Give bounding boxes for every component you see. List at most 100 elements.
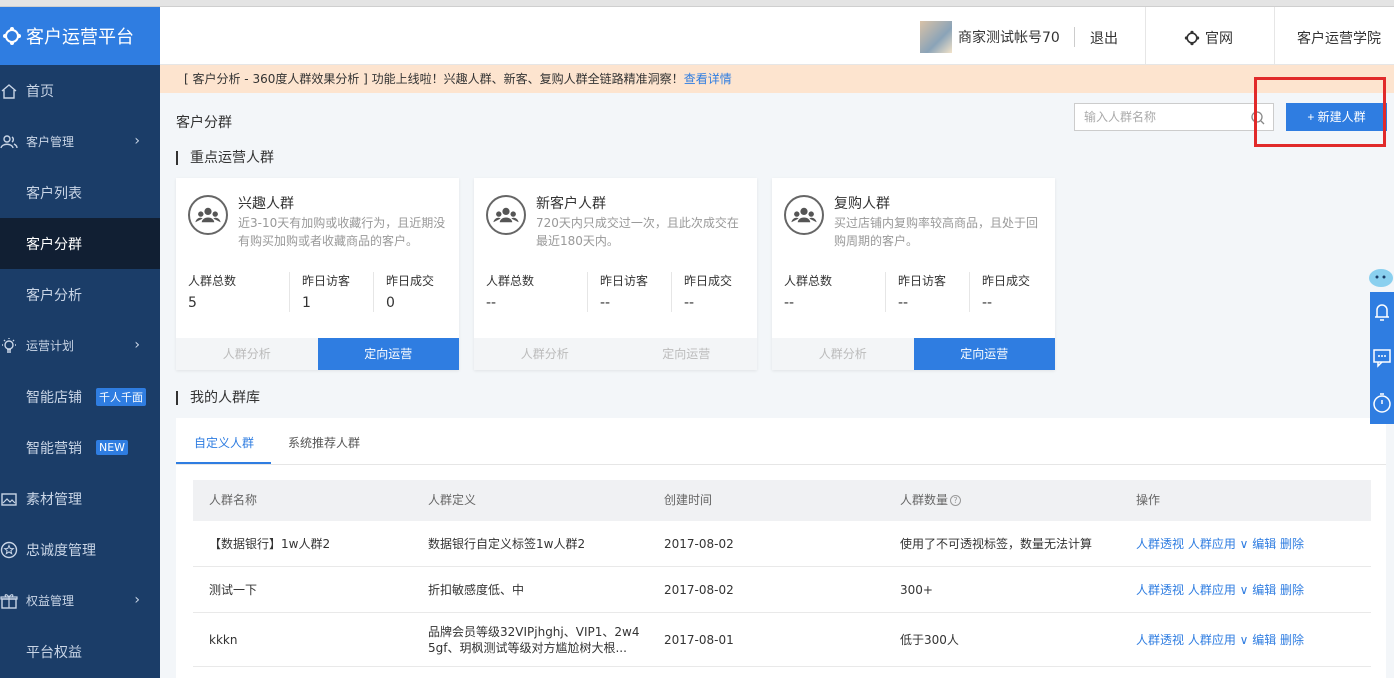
- image-icon: [1, 492, 17, 506]
- stat-value: --: [982, 295, 993, 311]
- sidebar-item-benefits[interactable]: 权益管理 ›: [0, 575, 160, 626]
- sidebar-item-smart-marketing[interactable]: 智能营销 NEW: [0, 422, 160, 473]
- library-tabs: 自定义人群 系统推荐人群: [176, 418, 1386, 465]
- row-actions[interactable]: 人群透视 人群应用 ∨ 编辑 删除: [1136, 581, 1371, 598]
- sidebar-item-materials[interactable]: 素材管理: [0, 473, 160, 524]
- bell-icon[interactable]: [1370, 292, 1394, 332]
- stat-label: 昨日访客: [600, 274, 649, 288]
- official-site-link[interactable]: 官网: [1184, 28, 1233, 48]
- column-header: 人群数量: [900, 493, 949, 507]
- stat-value: 5: [188, 295, 197, 311]
- stat-deals: 昨日成交 0: [373, 272, 459, 312]
- group-icon: [188, 195, 228, 235]
- assistant-mascot-icon[interactable]: [1366, 266, 1394, 290]
- sidebar-item-label: 忠诚度管理: [26, 542, 96, 559]
- logout-link[interactable]: 退出: [1090, 28, 1118, 48]
- stat-total: 人群总数 --: [772, 272, 885, 312]
- star-icon: [0, 541, 18, 558]
- sidebar-item-label: 智能店铺: [26, 389, 82, 406]
- column-header: 人群名称: [209, 493, 258, 507]
- row-created: 2017-08-01: [664, 632, 734, 647]
- stat-value: 1: [302, 295, 311, 311]
- card-stats: 人群总数 5 昨日访客 1 昨日成交 0: [176, 272, 459, 312]
- sidebar-item-operation-plan[interactable]: 运营计划 ›: [0, 320, 160, 371]
- row-created: 2017-08-02: [664, 582, 734, 597]
- stat-deals: 昨日成交 --: [969, 272, 1055, 312]
- stat-label: 昨日成交: [386, 274, 435, 288]
- chevron-right-icon: ›: [134, 133, 140, 149]
- stat-value: --: [684, 295, 695, 311]
- users-icon: [0, 134, 18, 148]
- analyze-button[interactable]: 人群分析: [474, 338, 616, 370]
- sidebar-tag: 千人千面: [96, 387, 146, 406]
- sidebar-item-customer-mgmt[interactable]: 客户管理 ›: [0, 116, 160, 167]
- chat-icon[interactable]: [1370, 338, 1394, 378]
- row-count: 低于300人: [900, 633, 959, 647]
- search-input[interactable]: 输入人群名称: [1074, 103, 1274, 131]
- stat-visitors: 昨日访客 --: [885, 272, 969, 312]
- divider: [1274, 7, 1275, 65]
- top-header: 商家测试帐号70 退出 官网 客户运营学院: [160, 7, 1394, 65]
- card-stats: 人群总数 -- 昨日访客 -- 昨日成交 --: [772, 272, 1055, 312]
- floating-toolbar: [1370, 292, 1394, 424]
- row-definition: 数据银行自定义标签1w人群2: [428, 537, 586, 551]
- table-row: 测试一下 折扣敏感度低、中 2017-08-02 300+ 人群透视 人群应用 …: [193, 567, 1371, 613]
- column-header: 操作: [1136, 493, 1161, 507]
- new-badge: NEW: [96, 440, 129, 455]
- card-title: 复购人群: [834, 196, 890, 212]
- tab-system-segments[interactable]: 系统推荐人群: [288, 434, 360, 451]
- card-actions: 人群分析 定向运营: [176, 338, 459, 370]
- segment-table: 人群名称 人群定义 创建时间 人群数量? 操作 【数据银行】1w人群2 数据银行…: [193, 480, 1371, 667]
- stat-label: 昨日访客: [898, 274, 947, 288]
- sidebar-item-label: 运营计划: [26, 339, 75, 353]
- sidebar-item-label: 客户管理: [26, 135, 75, 149]
- avatar: [920, 21, 952, 53]
- operate-button[interactable]: 定向运营: [615, 338, 757, 370]
- operate-button[interactable]: 定向运营: [317, 338, 459, 370]
- search-icon[interactable]: [1251, 111, 1265, 125]
- operate-button[interactable]: 定向运营: [913, 338, 1055, 370]
- card-stats: 人群总数 -- 昨日访客 -- 昨日成交 --: [474, 272, 757, 312]
- card-title: 新客户人群: [536, 196, 606, 212]
- sidebar-item-home[interactable]: 首页: [0, 65, 160, 116]
- library-section-title: 我的人群库: [176, 391, 260, 405]
- column-header: 人群定义: [428, 493, 477, 507]
- card-desc: 720天内只成交过一次，且此次成交在最近180天内。: [536, 216, 739, 248]
- help-icon[interactable]: ?: [950, 495, 962, 506]
- sidebar-item-customer-analysis[interactable]: 客户分析: [0, 269, 160, 320]
- analyze-button[interactable]: 人群分析: [772, 338, 914, 370]
- stat-visitors: 昨日访客 --: [587, 272, 671, 312]
- timer-icon[interactable]: [1370, 384, 1394, 424]
- card-actions: 人群分析 定向运营: [474, 338, 757, 370]
- academy-link[interactable]: 客户运营学院: [1297, 28, 1381, 48]
- stat-label: 昨日访客: [302, 274, 351, 288]
- app-logo[interactable]: 客户运营平台: [0, 7, 160, 65]
- sidebar-item-loyalty[interactable]: 忠诚度管理: [0, 524, 160, 575]
- divider: [1074, 27, 1075, 47]
- notice-banner: [ 客户分析 - 360度人群效果分析 ] 功能上线啦！兴趣人群、新客、复购人群…: [160, 65, 1394, 93]
- search-placeholder: 输入人群名称: [1084, 110, 1157, 124]
- new-segment-button[interactable]: + 新建人群: [1286, 103, 1387, 131]
- analyze-button[interactable]: 人群分析: [176, 338, 318, 370]
- tab-custom-segments[interactable]: 自定义人群: [194, 434, 254, 451]
- sidebar-item-label: 素材管理: [26, 491, 82, 508]
- sidebar-item-customer-segments[interactable]: 客户分群: [0, 218, 160, 269]
- sidebar-item-customer-list[interactable]: 客户列表: [0, 167, 160, 218]
- sidebar-item-platform-benefits[interactable]: 平台权益: [0, 626, 160, 677]
- row-name: kkkn: [209, 632, 238, 647]
- card-desc: 买过店铺内复购率较高商品，且处于回购周期的客户。: [834, 216, 1039, 248]
- sidebar-item-smart-store[interactable]: 智能店铺 千人千面: [0, 371, 160, 422]
- stat-label: 人群总数: [188, 274, 237, 288]
- row-actions[interactable]: 人群透视 人群应用 ∨ 编辑 删除: [1136, 535, 1371, 552]
- home-icon: [1, 83, 17, 99]
- stat-label: 人群总数: [486, 274, 535, 288]
- lightbulb-icon: [2, 337, 16, 353]
- gift-icon: [0, 593, 18, 609]
- row-actions[interactable]: 人群透视 人群应用 ∨ 编辑 删除: [1136, 631, 1371, 648]
- stat-value: --: [784, 295, 795, 311]
- sidebar-item-label: 客户列表: [26, 185, 82, 202]
- card-actions: 人群分析 定向运营: [772, 338, 1055, 370]
- notice-link[interactable]: 查看详情: [684, 72, 732, 86]
- account-menu[interactable]: 商家测试帐号70: [920, 21, 1060, 53]
- segment-card-repurchase: 复购人群 买过店铺内复购率较高商品，且处于回购周期的客户。 人群总数 -- 昨日访…: [772, 178, 1055, 370]
